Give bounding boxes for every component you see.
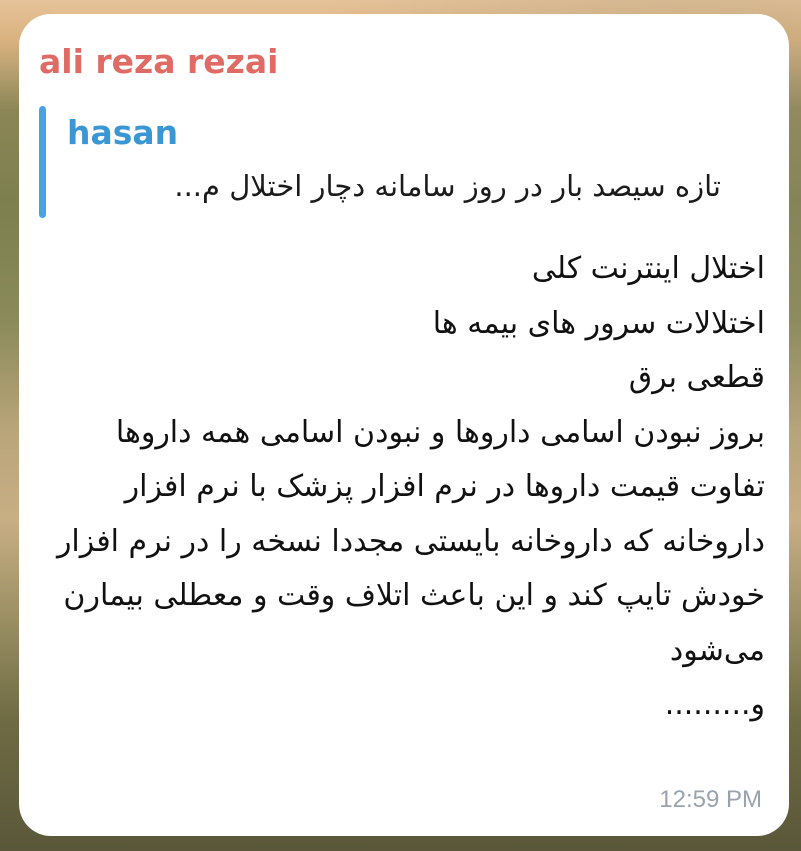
message-body: اختلال اینترنت کلی اختلالات سرور های بیم…: [47, 242, 765, 733]
reply-sender-name: hasan: [67, 113, 179, 152]
reply-preview[interactable]: hasan تازه سیصد بار در روز سامانه دچار ا…: [39, 106, 739, 218]
message-line: بروز نبودن اسامی داروها و نبودن اسامی هم…: [115, 414, 765, 450]
reply-accent-bar: [39, 106, 46, 218]
message-bubble[interactable]: ali reza rezai hasan تازه سیصد بار در رو…: [19, 14, 789, 836]
message-line: تفاوت قیمت داروها در نرم افزار پزشک با ن…: [56, 469, 765, 668]
message-line: و.........: [664, 687, 765, 722]
reply-snippet: تازه سیصد بار در روز سامانه دچار اختلال …: [174, 169, 721, 203]
message-line: اختلال اینترنت کلی: [531, 251, 765, 286]
message-timestamp: 12:59 PM: [659, 786, 762, 813]
message-line: اختلالات سرور های بیمه ها: [432, 305, 765, 341]
sender-name[interactable]: ali reza rezai: [39, 40, 278, 84]
message-line: قطعی برق: [628, 360, 765, 395]
